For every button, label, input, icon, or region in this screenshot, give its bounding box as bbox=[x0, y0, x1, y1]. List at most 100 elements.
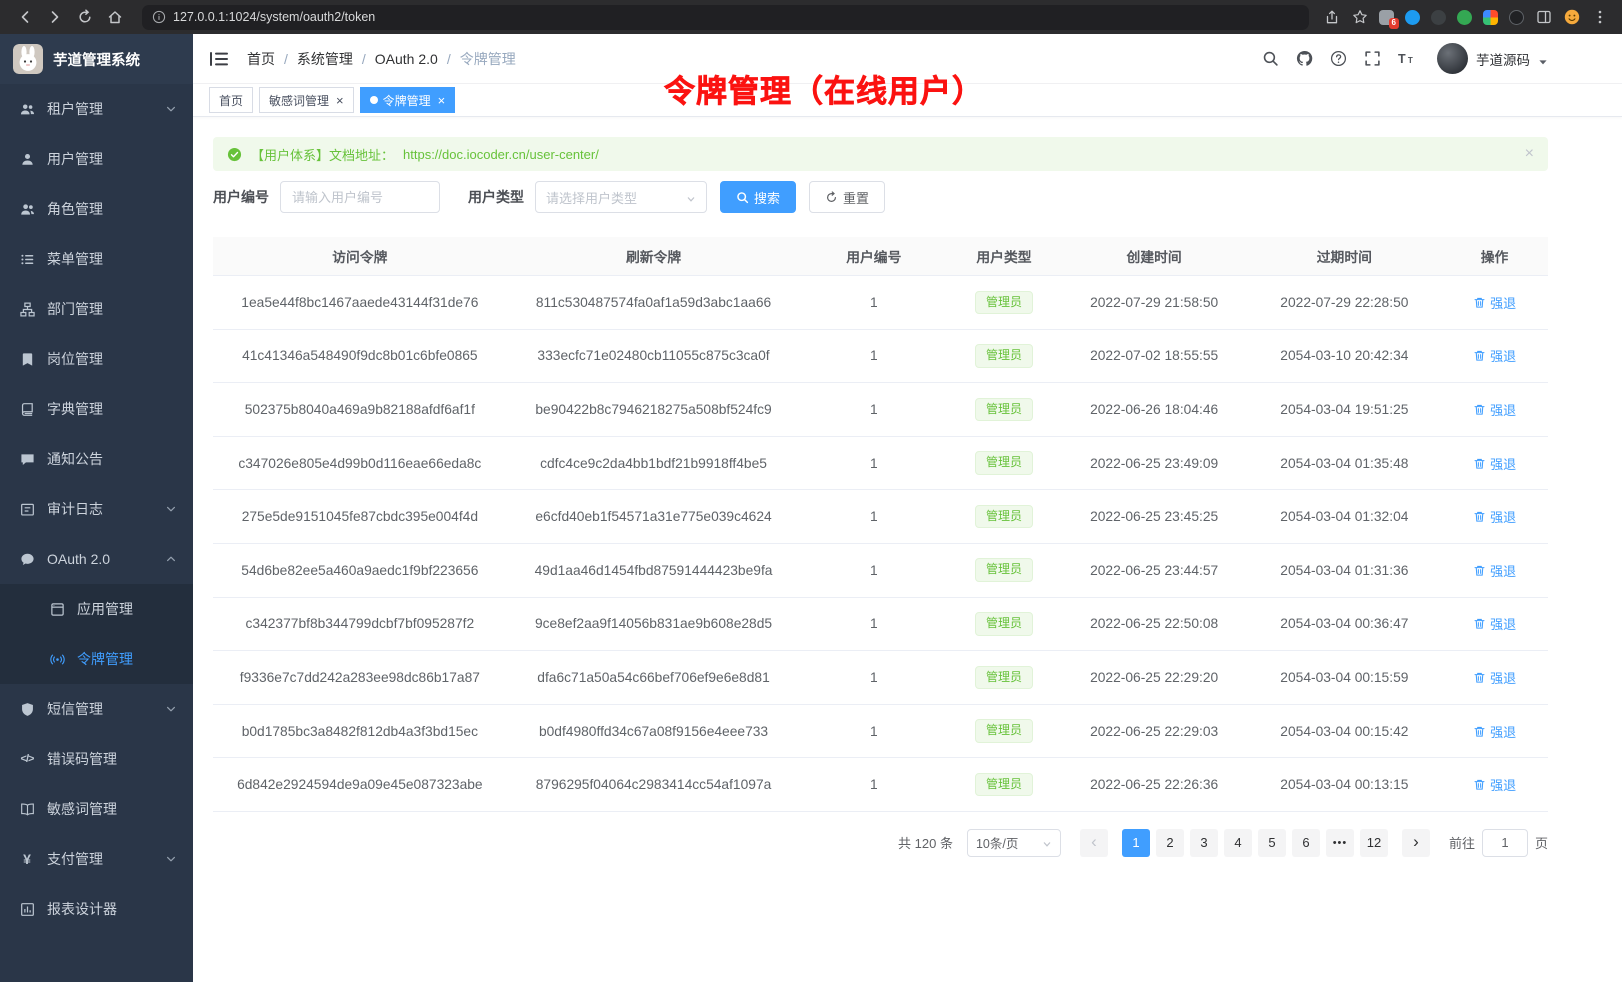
extension-icon[interactable]: 6 bbox=[1379, 10, 1394, 25]
user-type-cell: 管理员 bbox=[947, 651, 1060, 705]
pagination-page-3[interactable]: 3 bbox=[1190, 829, 1218, 857]
sidebar-item-oauth2-token[interactable]: 令牌管理 bbox=[0, 634, 193, 684]
breadcrumb-item[interactable]: 系统管理 bbox=[297, 49, 353, 69]
force-logout-button[interactable]: 强退 bbox=[1473, 346, 1516, 365]
column-header: 访问令牌 bbox=[213, 237, 507, 276]
pagination-page-4[interactable]: 4 bbox=[1224, 829, 1252, 857]
tab-home[interactable]: 首页 bbox=[209, 87, 253, 113]
sidebar-item-tenant[interactable]: 租户管理 bbox=[0, 84, 193, 134]
force-logout-button[interactable]: 强退 bbox=[1473, 507, 1516, 526]
extension-icon[interactable] bbox=[1431, 10, 1446, 25]
extension-icon[interactable] bbox=[1483, 10, 1498, 25]
sidebar-item-notice[interactable]: 通知公告 bbox=[0, 434, 193, 484]
browser-menu-icon[interactable] bbox=[1591, 9, 1608, 26]
sidebar-item-oauth2-app[interactable]: 应用管理 bbox=[0, 584, 193, 634]
force-logout-button[interactable]: 强退 bbox=[1473, 293, 1516, 312]
pagination-prev-button[interactable]: ‹ bbox=[1080, 829, 1108, 857]
column-header: 过期时间 bbox=[1248, 237, 1442, 276]
create-time-cell: 2022-06-25 22:29:20 bbox=[1061, 651, 1248, 705]
search-button[interactable]: 搜索 bbox=[720, 181, 796, 213]
alert-doc-link[interactable]: https://doc.iocoder.cn/user-center/ bbox=[403, 147, 599, 162]
search-form: 用户编号 用户类型 请选择用户类型 搜索 bbox=[213, 181, 1548, 213]
github-icon[interactable] bbox=[1295, 50, 1313, 68]
help-icon[interactable] bbox=[1329, 50, 1347, 68]
sidebar-item-pay[interactable]: ¥支付管理 bbox=[0, 834, 193, 884]
bookmark-star-icon[interactable] bbox=[1351, 9, 1368, 26]
font-size-icon[interactable]: TT bbox=[1397, 50, 1415, 68]
sidebar-item-menu[interactable]: 菜单管理 bbox=[0, 234, 193, 284]
sidebar-item-error-code[interactable]: </>错误码管理 bbox=[0, 734, 193, 784]
breadcrumb-item[interactable]: 首页 bbox=[247, 49, 275, 69]
sidebar-item-post[interactable]: 岗位管理 bbox=[0, 334, 193, 384]
sidebar-item-audit-log[interactable]: 审计日志 bbox=[0, 484, 193, 534]
tab-sensitive-word[interactable]: 敏感词管理× bbox=[259, 87, 354, 113]
browser-back-icon[interactable] bbox=[12, 4, 38, 30]
sidebar-item-dept[interactable]: 部门管理 bbox=[0, 284, 193, 334]
sidebar-item-dict[interactable]: 字典管理 bbox=[0, 384, 193, 434]
goto-page-input[interactable] bbox=[1482, 829, 1528, 857]
user-id-cell: 1 bbox=[800, 597, 947, 651]
sidebar-item-sms[interactable]: 短信管理 bbox=[0, 684, 193, 734]
pagination-next-button[interactable]: › bbox=[1402, 829, 1430, 857]
user-menu[interactable]: 芋道源码 bbox=[1437, 43, 1548, 74]
sidebar-item-role[interactable]: 角色管理 bbox=[0, 184, 193, 234]
post-icon bbox=[19, 351, 35, 367]
search-icon[interactable] bbox=[1261, 50, 1279, 68]
close-icon[interactable]: × bbox=[438, 94, 446, 107]
close-icon[interactable]: × bbox=[336, 94, 344, 107]
pagination-page-1[interactable]: 1 bbox=[1122, 829, 1150, 857]
split-view-icon[interactable] bbox=[1535, 9, 1552, 26]
tab-label: 首页 bbox=[219, 92, 243, 109]
force-logout-button[interactable]: 强退 bbox=[1473, 561, 1516, 580]
sidebar-item-report-designer[interactable]: 报表设计器 bbox=[0, 884, 193, 934]
sidebar-item-user[interactable]: 用户管理 bbox=[0, 134, 193, 184]
close-icon[interactable]: × bbox=[1525, 146, 1534, 162]
reset-button[interactable]: 重置 bbox=[809, 181, 885, 213]
force-logout-label: 强退 bbox=[1490, 722, 1516, 741]
pagination-more-button[interactable]: ••• bbox=[1326, 829, 1354, 857]
browser-forward-icon[interactable] bbox=[42, 4, 68, 30]
pagination-page-6[interactable]: 6 bbox=[1292, 829, 1320, 857]
sidebar-item-label: 报表设计器 bbox=[47, 899, 177, 919]
force-logout-button[interactable]: 强退 bbox=[1473, 775, 1516, 794]
page-size-select[interactable]: 10条/页 bbox=[967, 829, 1061, 857]
force-logout-button[interactable]: 强退 bbox=[1473, 400, 1516, 419]
browser-home-icon[interactable] bbox=[102, 4, 128, 30]
code-icon: </> bbox=[19, 751, 35, 767]
user-id-input[interactable] bbox=[280, 181, 440, 213]
expire-time-cell: 2054-03-04 00:13:15 bbox=[1248, 758, 1442, 812]
create-time-cell: 2022-06-26 18:04:46 bbox=[1061, 383, 1248, 437]
force-logout-button[interactable]: 强退 bbox=[1473, 614, 1516, 633]
app-logo[interactable]: 芋道管理系统 bbox=[0, 34, 193, 84]
browser-reload-icon[interactable] bbox=[72, 4, 98, 30]
extension-icon[interactable] bbox=[1457, 10, 1472, 25]
pagination-page-12[interactable]: 12 bbox=[1360, 829, 1388, 857]
breadcrumb-item[interactable]: OAuth 2.0 bbox=[375, 51, 438, 67]
user-type-select[interactable]: 请选择用户类型 bbox=[535, 181, 707, 213]
info-icon[interactable] bbox=[152, 10, 166, 24]
action-cell: 强退 bbox=[1441, 383, 1548, 437]
sidebar-item-oauth2[interactable]: OAuth 2.0 bbox=[0, 534, 193, 584]
share-icon[interactable] bbox=[1323, 9, 1340, 26]
extension-icon[interactable] bbox=[1405, 10, 1420, 25]
dict-icon bbox=[19, 401, 35, 417]
oauth-icon bbox=[19, 551, 35, 567]
browser-profile-avatar[interactable] bbox=[1563, 9, 1580, 26]
pagination-page-5[interactable]: 5 bbox=[1258, 829, 1286, 857]
sidebar-item-sensitive-word[interactable]: 敏感词管理 bbox=[0, 784, 193, 834]
action-cell: 强退 bbox=[1441, 436, 1548, 490]
address-bar[interactable]: 127.0.0.1:1024/system/oauth2/token bbox=[142, 5, 1309, 30]
force-logout-button[interactable]: 强退 bbox=[1473, 722, 1516, 741]
logout-icon bbox=[1473, 510, 1486, 523]
extension-icon[interactable] bbox=[1509, 10, 1524, 25]
collapse-sidebar-icon[interactable] bbox=[209, 50, 229, 68]
force-logout-button[interactable]: 强退 bbox=[1473, 454, 1516, 473]
force-logout-button[interactable]: 强退 bbox=[1473, 668, 1516, 687]
create-time-cell: 2022-07-02 18:55:55 bbox=[1061, 329, 1248, 383]
fullscreen-icon[interactable] bbox=[1363, 50, 1381, 68]
action-cell: 强退 bbox=[1441, 543, 1548, 597]
user-type-placeholder: 请选择用户类型 bbox=[546, 188, 637, 207]
create-time-cell: 2022-06-25 23:49:09 bbox=[1061, 436, 1248, 490]
pagination-page-2[interactable]: 2 bbox=[1156, 829, 1184, 857]
tab-token[interactable]: 令牌管理× bbox=[360, 87, 456, 113]
